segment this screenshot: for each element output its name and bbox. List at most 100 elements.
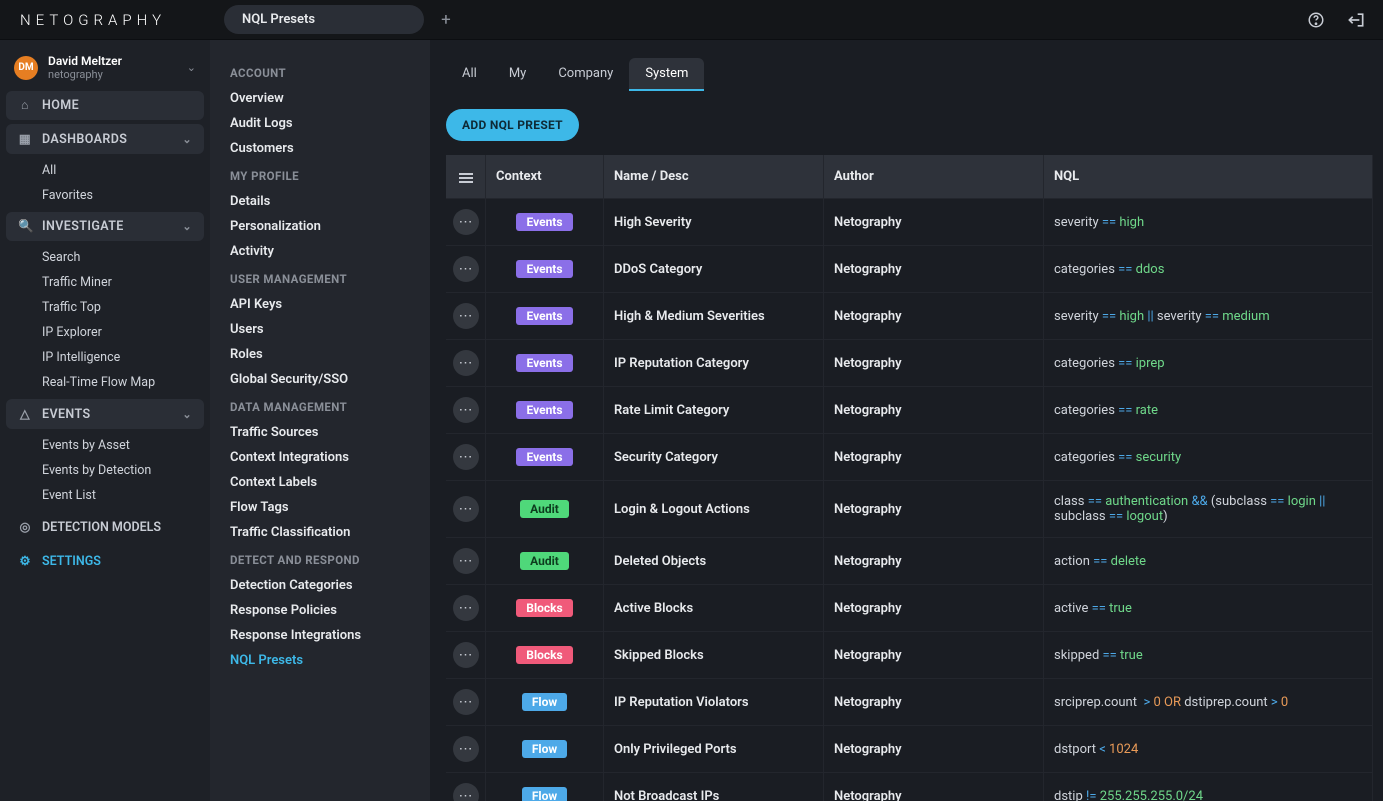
menu-icon	[459, 171, 473, 183]
settings-item-personalization[interactable]: Personalization	[210, 214, 430, 239]
th-context[interactable]: Context	[486, 155, 604, 198]
topbar: NETOGRAPHY NQL Presets +	[0, 0, 1383, 40]
table-row: ⋯EventsHigh SeverityNetographyseverity =…	[446, 198, 1373, 245]
nql-cell: categories == rate	[1044, 387, 1373, 433]
row-menu-cell: ⋯	[446, 585, 486, 631]
row-actions-button[interactable]: ⋯	[453, 642, 479, 668]
row-actions-button[interactable]: ⋯	[453, 783, 479, 801]
context-cell: Events	[486, 293, 604, 339]
row-menu-cell: ⋯	[446, 434, 486, 480]
sidebar-item-traffic-top[interactable]: Traffic Top	[6, 295, 204, 320]
sidebar-item-search[interactable]: Search	[6, 245, 204, 270]
row-actions-button[interactable]: ⋯	[453, 496, 479, 522]
settings-item-audit-logs[interactable]: Audit Logs	[210, 111, 430, 136]
settings-item-traffic-classification[interactable]: Traffic Classification	[210, 520, 430, 545]
filter-tab-company[interactable]: Company	[542, 58, 629, 91]
settings-item-roles[interactable]: Roles	[210, 342, 430, 367]
row-actions-button[interactable]: ⋯	[453, 209, 479, 235]
settings-item-context-labels[interactable]: Context Labels	[210, 470, 430, 495]
name-cell: Deleted Objects	[604, 538, 824, 584]
nql-cell: dstport < 1024	[1044, 726, 1373, 772]
settings-item-nql-presets[interactable]: NQL Presets	[210, 648, 430, 673]
th-menu[interactable]	[446, 155, 486, 198]
name-cell: Login & Logout Actions	[604, 481, 824, 537]
nav-dashboards-label: DASHBOARDS	[42, 132, 172, 147]
exit-icon[interactable]	[1343, 7, 1369, 33]
gear-icon: ⚙	[18, 553, 32, 569]
row-actions-button[interactable]: ⋯	[453, 256, 479, 282]
sidebar-item-events-by-asset[interactable]: Events by Asset	[6, 433, 204, 458]
row-menu-cell: ⋯	[446, 340, 486, 386]
settings-item-api-keys[interactable]: API Keys	[210, 292, 430, 317]
filter-tab-system[interactable]: System	[629, 58, 704, 91]
context-cell: Blocks	[486, 585, 604, 631]
sidebar-item-events-by-detection[interactable]: Events by Detection	[6, 458, 204, 483]
settings-item-response-policies[interactable]: Response Policies	[210, 598, 430, 623]
name-cell: High Severity	[604, 199, 824, 245]
nav-settings[interactable]: ⚙ SETTINGS	[6, 546, 204, 576]
settings-item-global-security-sso[interactable]: Global Security/SSO	[210, 367, 430, 392]
th-author[interactable]: Author	[824, 155, 1044, 198]
user-menu[interactable]: DM David Meltzer netography ⌄	[6, 48, 204, 87]
name-cell: IP Reputation Category	[604, 340, 824, 386]
th-nql[interactable]: NQL	[1044, 155, 1373, 198]
name-cell: Only Privileged Ports	[604, 726, 824, 772]
row-actions-button[interactable]: ⋯	[453, 736, 479, 762]
table-header: Context Name / Desc Author NQL	[446, 155, 1373, 198]
context-cell: Flow	[486, 679, 604, 725]
sidebar-item-traffic-miner[interactable]: Traffic Miner	[6, 270, 204, 295]
context-badge: Events	[516, 354, 572, 372]
settings-item-activity[interactable]: Activity	[210, 239, 430, 264]
dashboard-icon: ▦	[18, 131, 32, 147]
row-menu-cell: ⋯	[446, 538, 486, 584]
settings-item-overview[interactable]: Overview	[210, 86, 430, 111]
help-icon[interactable]	[1303, 7, 1329, 33]
settings-item-users[interactable]: Users	[210, 317, 430, 342]
row-actions-button[interactable]: ⋯	[453, 595, 479, 621]
settings-item-traffic-sources[interactable]: Traffic Sources	[210, 420, 430, 445]
row-menu-cell: ⋯	[446, 246, 486, 292]
chevron-down-icon: ⌄	[187, 61, 196, 74]
sidebar-item-event-list[interactable]: Event List	[6, 483, 204, 508]
settings-item-detection-categories[interactable]: Detection Categories	[210, 573, 430, 598]
user-org: netography	[48, 68, 177, 81]
sidebar-item-favorites[interactable]: Favorites	[6, 183, 204, 208]
row-menu-cell: ⋯	[446, 293, 486, 339]
settings-item-context-integrations[interactable]: Context Integrations	[210, 445, 430, 470]
name-cell: DDoS Category	[604, 246, 824, 292]
settings-item-flow-tags[interactable]: Flow Tags	[210, 495, 430, 520]
nav-home[interactable]: ⌂ HOME	[6, 91, 204, 120]
filter-tab-all[interactable]: All	[446, 58, 493, 91]
nav-investigate[interactable]: 🔍 INVESTIGATE ⌄	[6, 212, 204, 241]
add-nql-preset-button[interactable]: ADD NQL PRESET	[446, 109, 579, 141]
nql-cell: action == delete	[1044, 538, 1373, 584]
row-actions-button[interactable]: ⋯	[453, 689, 479, 715]
settings-item-details[interactable]: Details	[210, 189, 430, 214]
nav-events[interactable]: △ EVENTS ⌄	[6, 399, 204, 429]
settings-item-customers[interactable]: Customers	[210, 136, 430, 161]
nql-cell: severity == high || severity == medium	[1044, 293, 1373, 339]
row-actions-button[interactable]: ⋯	[453, 548, 479, 574]
add-tab-button[interactable]: +	[432, 6, 460, 34]
row-actions-button[interactable]: ⋯	[453, 303, 479, 329]
window-tab[interactable]: NQL Presets	[224, 5, 424, 34]
th-name[interactable]: Name / Desc	[604, 155, 824, 198]
user-name: David Meltzer	[48, 54, 177, 68]
section-head: DATA MANAGEMENT	[210, 392, 430, 420]
table-row: ⋯EventsRate Limit CategoryNetographycate…	[446, 386, 1373, 433]
row-actions-button[interactable]: ⋯	[453, 397, 479, 423]
context-cell: Flow	[486, 726, 604, 772]
sidebar-item-all[interactable]: All	[6, 158, 204, 183]
filter-tab-my[interactable]: My	[493, 58, 543, 91]
nav-detection-models[interactable]: ◎ DETECTION MODELS	[6, 512, 204, 542]
author-cell: Netography	[824, 679, 1044, 725]
context-badge: Flow	[522, 740, 567, 758]
sidebar-item-ip-explorer[interactable]: IP Explorer	[6, 320, 204, 345]
name-cell: Not Broadcast IPs	[604, 773, 824, 801]
sidebar-item-ip-intelligence[interactable]: IP Intelligence	[6, 345, 204, 370]
row-actions-button[interactable]: ⋯	[453, 444, 479, 470]
sidebar-item-real-time-flow-map[interactable]: Real-Time Flow Map	[6, 370, 204, 395]
settings-item-response-integrations[interactable]: Response Integrations	[210, 623, 430, 648]
row-actions-button[interactable]: ⋯	[453, 350, 479, 376]
nav-dashboards[interactable]: ▦ DASHBOARDS ⌄	[6, 124, 204, 154]
